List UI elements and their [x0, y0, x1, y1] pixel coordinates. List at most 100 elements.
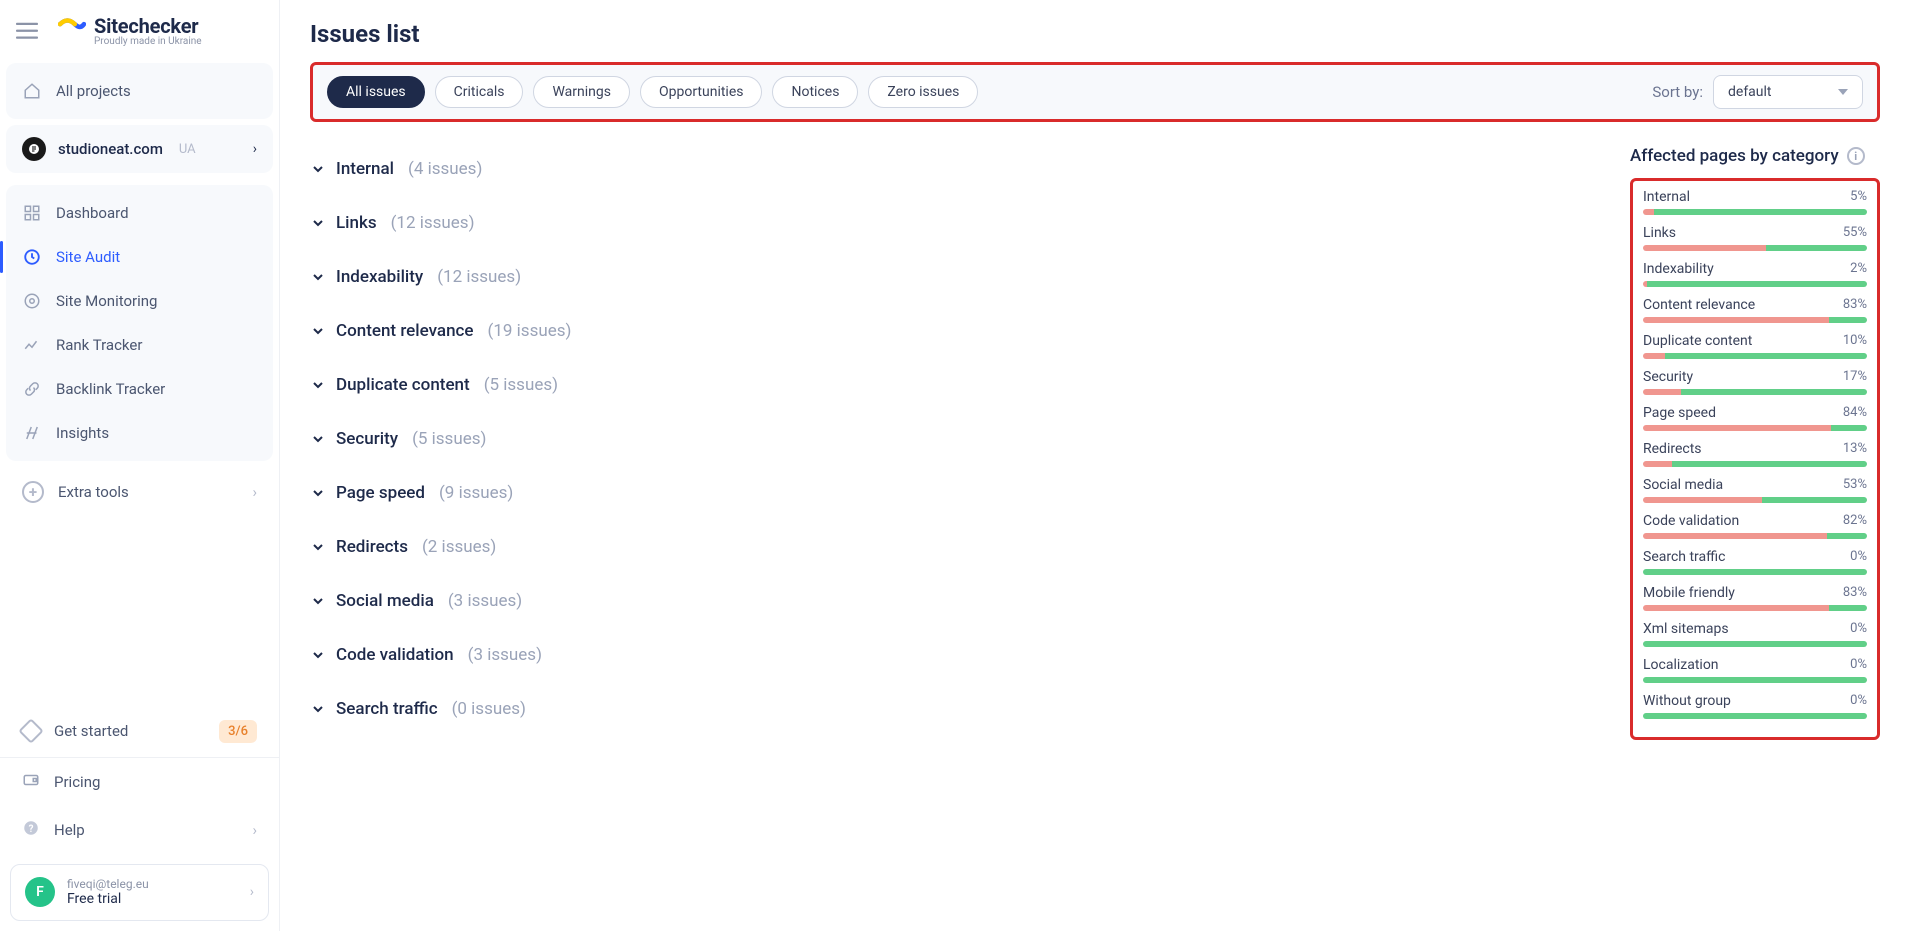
category-pct: 83% — [1843, 297, 1867, 313]
category-row[interactable]: Without group0% — [1643, 693, 1867, 719]
category-pct: 53% — [1843, 477, 1867, 493]
page-title: Issues list — [310, 20, 1880, 48]
category-row[interactable]: Security17% — [1643, 369, 1867, 395]
sidebar-item-pricing[interactable]: Pricing — [0, 758, 279, 806]
sidebar-item-site-audit[interactable]: Site Audit — [6, 235, 273, 279]
category-row[interactable]: Localization0% — [1643, 657, 1867, 683]
chevron-down-icon — [310, 161, 326, 177]
home-icon — [22, 81, 42, 101]
issues-list: Internal(4 issues)Links(12 issues)Indexa… — [310, 142, 1600, 740]
sort-value: default — [1728, 84, 1772, 100]
issue-row[interactable]: Indexability (12 issues) — [310, 250, 1600, 304]
category-row[interactable]: Indexability2% — [1643, 261, 1867, 287]
filter-warnings[interactable]: Warnings — [533, 76, 630, 108]
issue-name: Links — [336, 213, 377, 233]
filter-criticals[interactable]: Criticals — [435, 76, 524, 108]
chevron-down-icon — [310, 647, 326, 663]
issue-name: Redirects — [336, 537, 408, 557]
sidebar-item-get-started[interactable]: Get started 3/6 — [0, 706, 279, 757]
category-name: Xml sitemaps — [1643, 621, 1729, 637]
category-bar — [1643, 569, 1867, 575]
category-bar — [1643, 209, 1867, 215]
chevron-down-icon — [310, 701, 326, 717]
sidebar-item-insights[interactable]: Insights — [6, 411, 273, 455]
category-name: Search traffic — [1643, 549, 1725, 565]
issue-row[interactable]: Content relevance(19 issues) — [310, 304, 1600, 358]
category-row[interactable]: Xml sitemaps0% — [1643, 621, 1867, 647]
category-bar — [1643, 641, 1867, 647]
category-row[interactable]: Redirects13% — [1643, 441, 1867, 467]
sidebar-item-label: Insights — [56, 424, 109, 442]
issue-name: Indexability — [336, 267, 423, 287]
category-row[interactable]: Links55% — [1643, 225, 1867, 251]
sidebar-item-label: Rank Tracker — [56, 336, 142, 354]
category-pct: 0% — [1850, 657, 1867, 673]
issue-row[interactable]: Links (12 issues) — [310, 196, 1600, 250]
issue-row[interactable]: Security(5 issues) — [310, 412, 1600, 466]
issue-row[interactable]: Page speed(9 issues) — [310, 466, 1600, 520]
category-row[interactable]: Internal5% — [1643, 189, 1867, 215]
sidebar-item-label: Site Audit — [56, 248, 120, 266]
category-pct: 84% — [1843, 405, 1867, 421]
issue-count: (2 issues) — [422, 537, 496, 557]
category-bar — [1643, 677, 1867, 683]
user-card[interactable]: F fiveqi@teleg.eu Free trial › — [10, 864, 269, 921]
topbar: Sitechecker Proudly made in Ukraine — [0, 0, 279, 57]
user-plan: Free trial — [67, 891, 149, 908]
category-bar — [1643, 713, 1867, 719]
filter-notices[interactable]: Notices — [772, 76, 858, 108]
filter-zero-issues[interactable]: Zero issues — [868, 76, 978, 108]
category-bar — [1643, 245, 1867, 251]
sort-select[interactable]: default — [1713, 75, 1863, 109]
issue-count: (12 issues) — [437, 267, 521, 287]
issue-count: (19 issues) — [488, 321, 572, 341]
filter-opportunities[interactable]: Opportunities — [640, 76, 763, 108]
chart-icon — [22, 335, 42, 355]
category-bar — [1643, 281, 1867, 287]
issue-row[interactable]: Code validation(3 issues) — [310, 628, 1600, 682]
category-row[interactable]: Duplicate content10% — [1643, 333, 1867, 359]
brand-name: Sitechecker — [94, 14, 198, 38]
sidebar-item-all-projects[interactable]: All projects — [6, 69, 273, 113]
issue-count: (3 issues) — [468, 645, 542, 665]
chevron-down-icon — [310, 593, 326, 609]
category-name: Duplicate content — [1643, 333, 1752, 349]
category-row[interactable]: Search traffic0% — [1643, 549, 1867, 575]
nav-group-projects: All projects — [6, 63, 273, 119]
sidebar-item-extra-tools[interactable]: + Extra tools › — [0, 467, 279, 517]
category-pct: 55% — [1843, 225, 1867, 241]
sidebar-item-site-monitoring[interactable]: Site Monitoring — [6, 279, 273, 323]
link-icon — [22, 379, 42, 399]
filter-all-issues[interactable]: All issues — [327, 76, 425, 108]
project-selector[interactable]: studioneat.com UA › — [6, 125, 273, 173]
issue-row[interactable]: Internal(4 issues) — [310, 142, 1600, 196]
category-row[interactable]: Mobile friendly83% — [1643, 585, 1867, 611]
issue-count: (0 issues) — [452, 699, 526, 719]
sidebar-item-rank-tracker[interactable]: Rank Tracker — [6, 323, 273, 367]
chevron-down-icon — [310, 431, 326, 447]
category-row[interactable]: Code validation82% — [1643, 513, 1867, 539]
category-row[interactable]: Social media53% — [1643, 477, 1867, 503]
sidebar-item-dashboard[interactable]: Dashboard — [6, 191, 273, 235]
hamburger-menu-icon[interactable] — [14, 18, 40, 44]
issue-row[interactable]: Duplicate content(5 issues) — [310, 358, 1600, 412]
info-icon[interactable]: i — [1847, 147, 1865, 165]
issue-row[interactable]: Social media(3 issues) — [310, 574, 1600, 628]
issue-row[interactable]: Redirects (2 issues) — [310, 520, 1600, 574]
sidebar-item-label: Pricing — [54, 773, 100, 791]
chevron-down-icon — [310, 539, 326, 555]
logo[interactable]: Sitechecker Proudly made in Ukraine — [58, 14, 202, 47]
sort-control: Sort by: default — [1652, 75, 1863, 109]
chevron-right-icon: › — [252, 483, 257, 501]
category-row[interactable]: Page speed84% — [1643, 405, 1867, 431]
wand-icon — [22, 423, 42, 443]
category-row[interactable]: Content relevance83% — [1643, 297, 1867, 323]
sidebar-item-help[interactable]: ? Help › — [0, 806, 279, 854]
chevron-right-icon: › — [250, 884, 254, 900]
sidebar-item-label: Site Monitoring — [56, 292, 157, 310]
issue-row[interactable]: Search traffic(0 issues) — [310, 682, 1600, 736]
sidebar-item-backlink-tracker[interactable]: Backlink Tracker — [6, 367, 273, 411]
issue-count: (12 issues) — [391, 213, 475, 233]
category-pct: 83% — [1843, 585, 1867, 601]
project-name: studioneat.com — [58, 140, 163, 158]
